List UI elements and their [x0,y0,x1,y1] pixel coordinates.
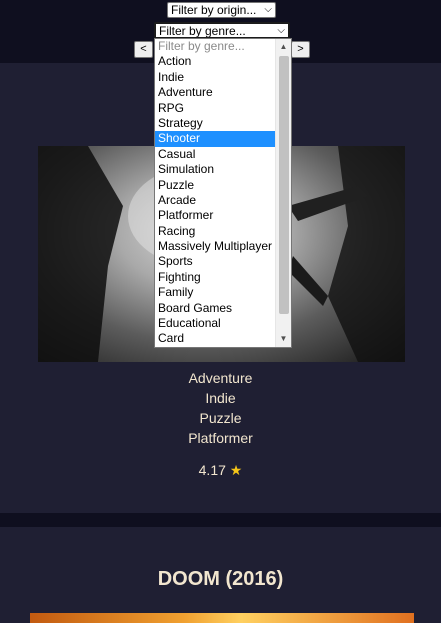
dropdown-option-massively-multiplayer[interactable]: Massively Multiplayer [155,239,275,254]
dropdown-option-placeholder[interactable]: Filter by genre... [155,39,275,54]
prev-page-button[interactable]: < [134,41,153,58]
chevron-down-icon: ⌵ [264,4,272,15]
dropdown-option-educational[interactable]: Educational [155,316,275,331]
chevron-down-icon: ⌵ [277,25,285,36]
genre-label: Adventure [188,370,253,386]
origin-filter-select[interactable]: Filter by origin... ⌵ [167,2,276,18]
game-cover-image[interactable] [30,613,414,623]
dropdown-option-strategy[interactable]: Strategy [155,116,275,131]
dropdown-option-simulation[interactable]: Simulation [155,162,275,177]
dropdown-option-arcade[interactable]: Arcade [155,193,275,208]
genre-filter-value: Filter by genre... [159,24,246,38]
dropdown-option-racing[interactable]: Racing [155,224,275,239]
genre-dropdown-list[interactable]: Filter by genre... Action Indie Adventur… [154,38,292,348]
genre-label: Puzzle [199,410,242,426]
dropdown-scrollbar[interactable]: ▲ ▼ [275,39,291,347]
next-page-button[interactable]: > [291,41,310,58]
dropdown-option-action[interactable]: Action [155,54,275,69]
game-title[interactable]: DOOM (2016) [0,568,441,591]
dropdown-option-shooter[interactable]: Shooter [155,131,275,147]
genre-label: Indie [205,390,236,406]
scroll-up-icon[interactable]: ▲ [276,40,291,54]
dropdown-option-platformer[interactable]: Platformer [155,208,275,223]
dropdown-option-family[interactable]: Family [155,285,275,300]
dropdown-option-puzzle[interactable]: Puzzle [155,178,275,193]
genre-label: Platformer [188,430,253,446]
card-divider [0,513,441,527]
dropdown-option-indie[interactable]: Indie [155,70,275,85]
game-rating: 4.17 ★ [0,462,441,479]
dropdown-option-board-games[interactable]: Board Games [155,301,275,316]
rating-value: 4.17 [198,462,226,478]
dropdown-option-sports[interactable]: Sports [155,254,275,269]
game-genre-list: Adventure Indie Puzzle Platformer [0,368,441,448]
dropdown-option-card[interactable]: Card [155,331,275,346]
genre-filter-select[interactable]: Filter by genre... ⌵ [154,22,290,39]
scrollbar-thumb[interactable] [279,56,289,314]
star-icon: ★ [229,462,243,478]
dropdown-option-adventure[interactable]: Adventure [155,85,275,100]
dropdown-option-fighting[interactable]: Fighting [155,270,275,285]
origin-filter-value: Filter by origin... [171,3,257,17]
scroll-down-icon[interactable]: ▼ [276,332,291,346]
dropdown-option-casual[interactable]: Casual [155,147,275,162]
dropdown-option-rpg[interactable]: RPG [155,101,275,116]
